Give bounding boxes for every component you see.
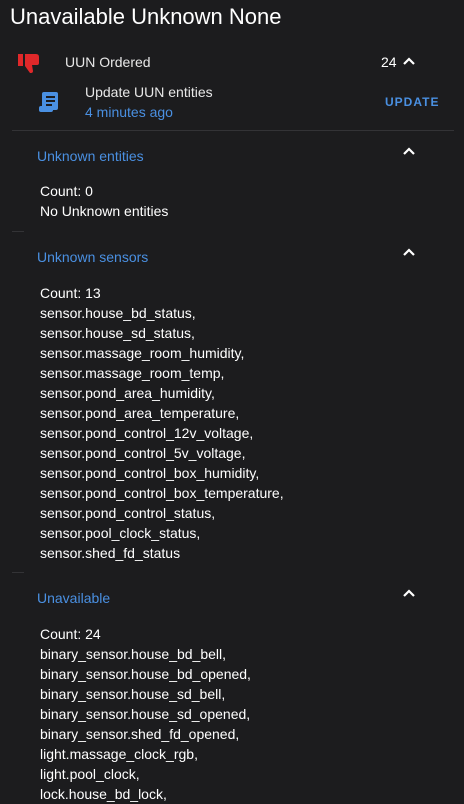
- chevron-up-icon[interactable]: [400, 585, 418, 603]
- chevron-up-icon[interactable]: [400, 143, 418, 161]
- chevron-up-icon[interactable]: [400, 244, 418, 262]
- list-item: lock.house_bd_lock,: [40, 786, 167, 802]
- list-item: sensor.pond_control_5v_voltage,: [40, 445, 246, 461]
- list-item: sensor.shed_fd_status: [40, 545, 181, 561]
- section-title[interactable]: Unknown entities: [37, 148, 144, 164]
- list-item: binary_sensor.house_bd_opened,: [40, 666, 251, 682]
- list-item: light.massage_clock_rgb,: [40, 746, 198, 762]
- list-item: sensor.massage_room_temp,: [40, 365, 225, 381]
- chevron-up-icon[interactable]: [400, 53, 418, 71]
- update-title: Update UUN entities: [85, 84, 213, 100]
- divider: [12, 130, 454, 131]
- list-item: sensor.pond_control_box_humidity,: [40, 465, 260, 481]
- update-entities-row: Update UUN entities 4 minutes ago UPDATE: [0, 80, 464, 124]
- uun-ordered-header[interactable]: UUN Ordered 24: [0, 48, 464, 78]
- list-item: sensor.pond_area_temperature,: [40, 405, 240, 421]
- header-label: UUN Ordered: [65, 54, 151, 70]
- list-item: light.pool_clock,: [40, 766, 140, 782]
- section-body: Count: 0 No Unknown entities: [40, 181, 168, 221]
- thumb-down-icon: [18, 54, 39, 73]
- list-item: binary_sensor.house_sd_bell,: [40, 686, 226, 702]
- section-body: Count: 13 sensor.house_bd_status, sensor…: [40, 283, 284, 563]
- divider: [12, 572, 24, 573]
- list-item: binary_sensor.house_sd_opened,: [40, 706, 251, 722]
- section-title[interactable]: Unknown sensors: [37, 249, 148, 265]
- count-text: Count: 24: [40, 626, 101, 642]
- list-item: sensor.pond_area_humidity,: [40, 385, 215, 401]
- list-item: sensor.pool_clock_status,: [40, 525, 201, 541]
- list-item: No Unknown entities: [40, 203, 169, 219]
- card-title: Unavailable Unknown None: [10, 4, 282, 29]
- list-item: sensor.house_bd_status,: [40, 305, 196, 321]
- divider: [12, 231, 24, 232]
- list-item: sensor.pond_control_status,: [40, 505, 216, 521]
- section-title[interactable]: Unavailable: [37, 590, 110, 606]
- header-count: 24: [381, 54, 397, 70]
- list-item: sensor.pond_control_12v_voltage,: [40, 425, 254, 441]
- script-text-icon: [39, 92, 58, 112]
- update-button[interactable]: UPDATE: [385, 95, 439, 109]
- list-item: sensor.pond_control_box_temperature,: [40, 485, 284, 501]
- count-text: Count: 13: [40, 285, 101, 301]
- list-item: sensor.massage_room_humidity,: [40, 345, 245, 361]
- list-item: binary_sensor.shed_fd_opened,: [40, 726, 240, 742]
- update-time: 4 minutes ago: [85, 104, 173, 120]
- count-text: Count: 0: [40, 183, 93, 199]
- list-item: binary_sensor.house_bd_bell,: [40, 646, 227, 662]
- list-item: sensor.house_sd_status,: [40, 325, 195, 341]
- section-body: Count: 24 binary_sensor.house_bd_bell, b…: [40, 624, 251, 804]
